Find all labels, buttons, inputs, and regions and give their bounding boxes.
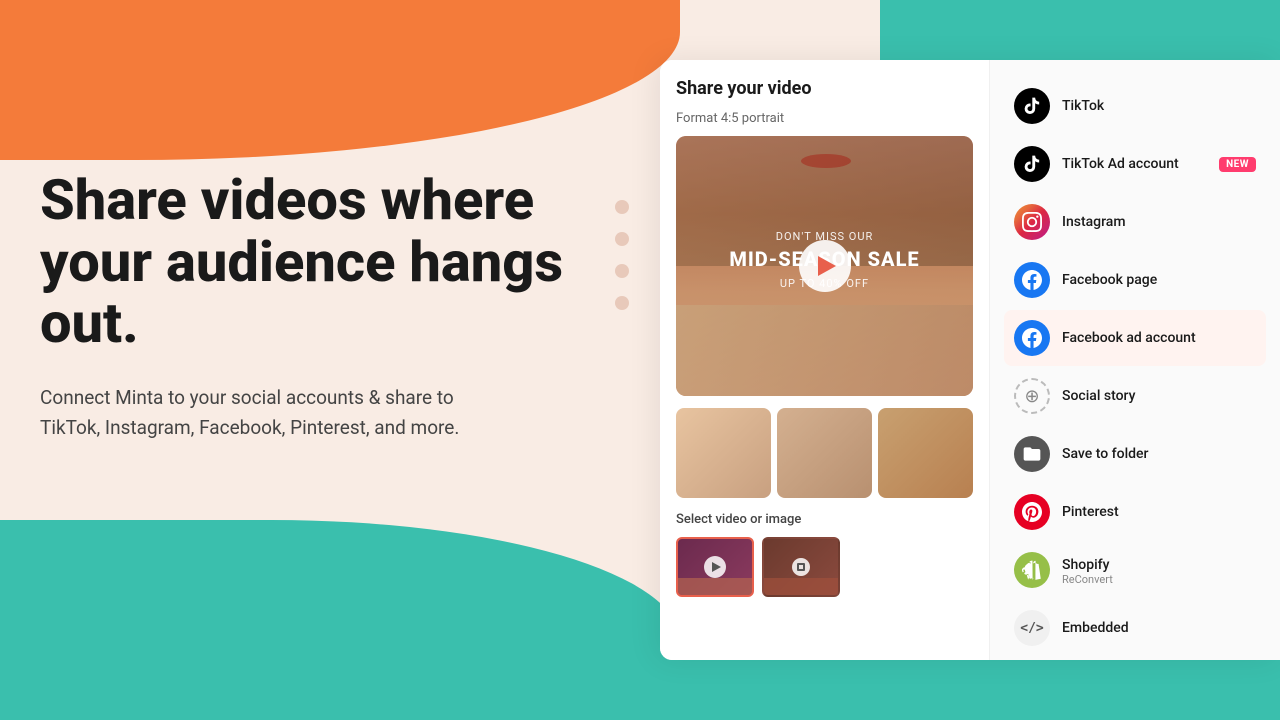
facebook-page-label: Facebook page [1062,272,1256,288]
play-triangle-small [712,562,721,572]
play-button[interactable] [799,240,851,292]
video-select-1[interactable] [676,537,754,597]
shopify-sublabel: ReConvert [1062,573,1113,586]
save-folder-label: Save to folder [1062,446,1256,462]
embedded-icon: </> [1014,610,1050,646]
share-option-facebook-ad[interactable]: Facebook ad account [1004,310,1266,366]
share-option-download[interactable]: Download [1004,658,1266,660]
share-option-tiktok-ad[interactable]: TikTok Ad account NEW [1004,136,1266,192]
new-badge: NEW [1219,157,1256,172]
share-options-panel: TikTok TikTok Ad account NEW Instagram F… [990,60,1280,660]
share-option-facebook-page[interactable]: Facebook page [1004,252,1266,308]
preview-section: Share your video Format 4:5 portrait DON… [660,60,990,660]
share-option-pinterest[interactable]: Pinterest [1004,484,1266,540]
tiktok-ad-icon [1014,146,1050,182]
facebook-page-icon [1014,262,1050,298]
thumb-play-icon-1 [704,556,726,578]
tiktok-ad-label: TikTok Ad account [1062,156,1207,172]
panel-title: Share your video [676,78,973,99]
thumbnail-2[interactable] [777,408,872,498]
pinterest-icon [1014,494,1050,530]
share-option-social-story[interactable]: ⊕ Social story [1004,368,1266,424]
tiktok-label: TikTok [1062,98,1256,114]
facebook-ad-label: Facebook ad account [1062,330,1256,346]
bg-orange-shape [0,0,680,160]
pinterest-label: Pinterest [1062,504,1256,520]
hero-heading: Share videos where your audience hangs o… [40,170,610,355]
play-icon [818,256,836,276]
save-folder-icon [1014,436,1050,472]
share-option-embedded[interactable]: </> Embedded [1004,600,1266,656]
thumbnail-strip [676,408,973,498]
video-select-strip [676,537,973,597]
embedded-label: Embedded [1062,620,1256,636]
instagram-icon [1014,204,1050,240]
bg-teal-bottom-shape [0,520,680,720]
format-label: Format 4:5 portrait [676,111,973,126]
share-option-save-folder[interactable]: Save to folder [1004,426,1266,482]
social-story-icon: ⊕ [1014,378,1050,414]
share-panel: Share your video Format 4:5 portrait DON… [660,60,1280,660]
shopify-icon [1014,552,1050,588]
share-option-tiktok[interactable]: TikTok [1004,78,1266,134]
thumbnail-1[interactable] [676,408,771,498]
video-select-2[interactable] [762,537,840,597]
thumbnail-3[interactable] [878,408,973,498]
bg-teal-top-right-shape [880,0,1280,60]
tiktok-icon [1014,88,1050,124]
share-option-instagram[interactable]: Instagram [1004,194,1266,250]
social-story-label: Social story [1062,388,1256,404]
video-preview[interactable]: DON'T MISS OUR MID-SEASON SALE UP TO 40%… [676,136,973,396]
share-option-shopify[interactable]: Shopify ReConvert [1004,542,1266,598]
decorative-dots [615,200,629,310]
select-media-label: Select video or image [676,512,973,527]
shopify-label: Shopify [1062,557,1109,573]
shopify-labels: Shopify ReConvert [1062,554,1113,586]
instagram-label: Instagram [1062,214,1256,230]
hero-subtext: Connect Minta to your social accounts & … [40,383,500,444]
facebook-ad-icon [1014,320,1050,356]
hero-content: Share videos where your audience hangs o… [40,170,610,444]
